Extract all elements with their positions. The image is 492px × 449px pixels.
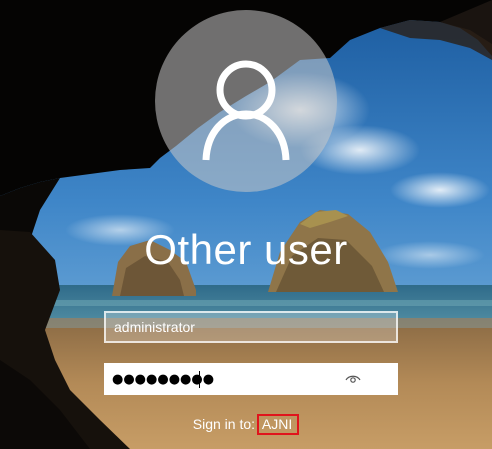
username-field[interactable]: [104, 311, 398, 343]
password-input[interactable]: [106, 365, 338, 393]
user-display-name: Other user: [144, 226, 348, 273]
username-input[interactable]: [106, 313, 396, 341]
reveal-password-button[interactable]: [340, 365, 366, 393]
user-silhouette-icon: [202, 60, 290, 161]
sign-in-prefix: Sign in to:: [192, 416, 256, 432]
sign-in-target: Sign in to: AJNI: [0, 414, 492, 435]
eye-icon: [345, 375, 361, 383]
user-avatar: [155, 10, 337, 192]
submit-button[interactable]: [367, 363, 398, 395]
domain-name: AJNI: [256, 414, 300, 435]
arrow-right-icon: [376, 372, 391, 386]
text-caret: [199, 371, 200, 388]
password-field[interactable]: [104, 363, 398, 395]
